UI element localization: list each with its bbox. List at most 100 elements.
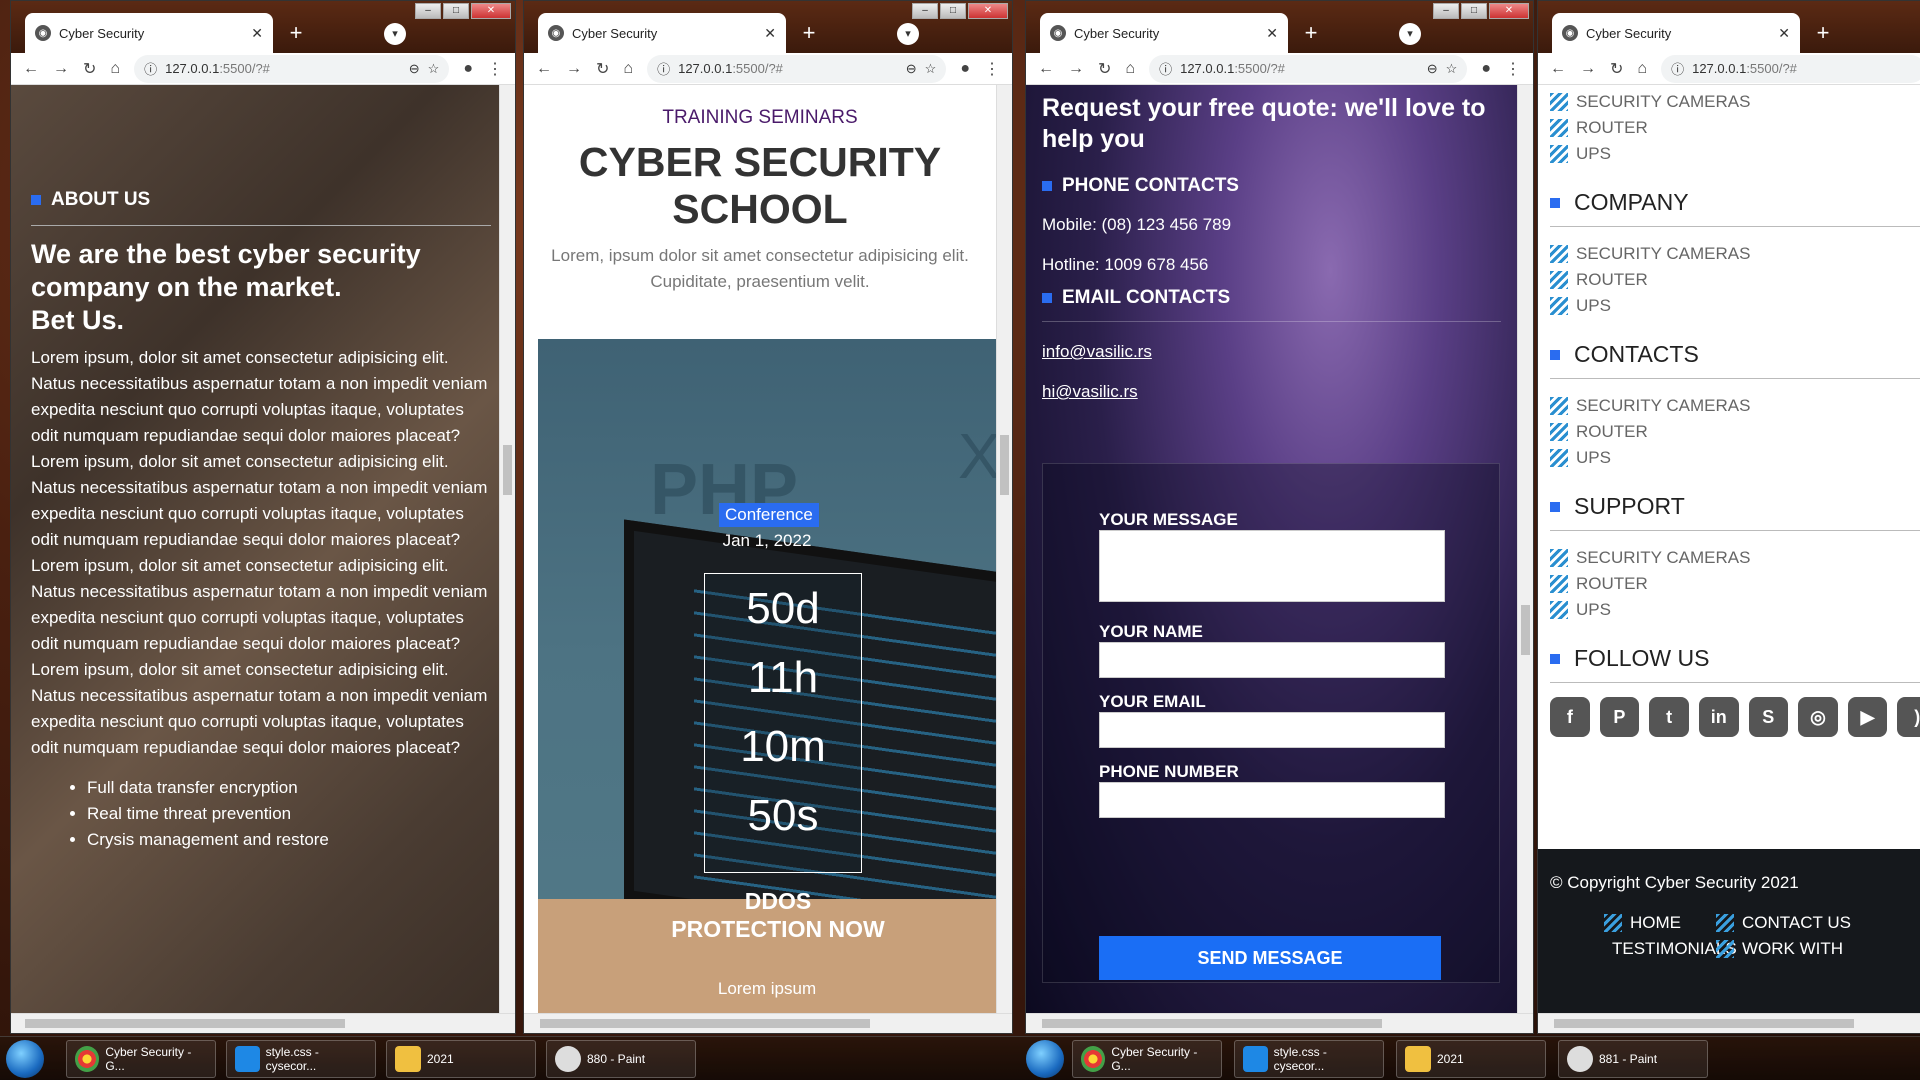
footer-link[interactable]: UPS — [1550, 293, 1920, 319]
forward-icon[interactable]: → — [1580, 60, 1596, 78]
twitter-icon[interactable]: t — [1649, 697, 1689, 737]
home-icon[interactable]: ⌂ — [1125, 60, 1135, 78]
back-icon[interactable]: ← — [1038, 60, 1054, 78]
address-bar[interactable]: ⓘ 127.0.0.1:5500/?# ⊖ ☆ — [647, 54, 947, 83]
menu-icon[interactable]: ⋮ — [487, 59, 503, 79]
horizontal-scrollbar[interactable] — [524, 1013, 1012, 1033]
close-tab-icon[interactable]: ✕ — [251, 25, 263, 42]
send-message-button[interactable]: SEND MESSAGE — [1099, 936, 1441, 980]
taskbar-folder[interactable]: 2021 — [386, 1040, 536, 1078]
taskbar-vscode[interactable]: style.css - cysecor... — [226, 1040, 376, 1078]
rss-icon[interactable]: ) — [1897, 697, 1920, 737]
minimize-button[interactable]: – — [912, 3, 938, 19]
horizontal-scrollbar[interactable] — [1026, 1013, 1533, 1033]
address-bar[interactable]: ⓘ 127.0.0.1:5500/?# ⊖ ☆ — [1149, 54, 1468, 83]
footer-link[interactable]: UPS — [1550, 445, 1920, 471]
scroll-thumb[interactable] — [503, 445, 512, 495]
footer-link[interactable]: SECURITY CAMERAS — [1550, 545, 1920, 571]
back-icon[interactable]: ← — [1550, 60, 1566, 78]
youtube-icon[interactable]: ▶ — [1847, 697, 1888, 737]
info-icon[interactable]: ⓘ — [144, 59, 157, 78]
maximize-button[interactable]: □ — [443, 3, 469, 19]
facebook-icon[interactable]: f — [1550, 697, 1590, 737]
name-input[interactable] — [1099, 642, 1445, 678]
scroll-thumb[interactable] — [1042, 1019, 1382, 1028]
scroll-thumb[interactable] — [540, 1019, 870, 1028]
new-tab-button[interactable]: + — [1810, 21, 1836, 47]
star-icon[interactable]: ☆ — [925, 61, 937, 77]
vertical-scrollbar[interactable] — [1517, 85, 1533, 1013]
phone-input[interactable] — [1099, 782, 1445, 818]
scroll-thumb[interactable] — [1000, 435, 1009, 495]
close-tab-icon[interactable]: ✕ — [1266, 25, 1278, 42]
zoom-icon[interactable]: ⊖ — [409, 61, 420, 77]
message-textarea[interactable] — [1099, 530, 1445, 602]
browser-tab[interactable]: ◉ Cyber Security ✕ — [538, 13, 786, 53]
taskbar-vscode[interactable]: style.css - cysecor... — [1234, 1040, 1384, 1078]
back-icon[interactable]: ← — [536, 60, 552, 78]
home-icon[interactable]: ⌂ — [623, 60, 633, 78]
instagram-icon[interactable]: ◎ — [1798, 697, 1838, 737]
linkedin-icon[interactable]: in — [1698, 697, 1739, 737]
home-icon[interactable]: ⌂ — [1637, 60, 1647, 78]
reload-icon[interactable]: ↻ — [1610, 59, 1623, 79]
close-tab-icon[interactable]: ✕ — [1778, 25, 1790, 42]
new-tab-button[interactable]: + — [1298, 21, 1324, 47]
footer-nav-contact[interactable]: CONTACT US — [1716, 913, 1896, 933]
footer-link[interactable]: SECURITY CAMERAS — [1550, 241, 1920, 267]
footer-nav-testimonials[interactable]: TESTIMONIALS — [1604, 939, 1737, 959]
info-icon[interactable]: ⓘ — [1671, 59, 1684, 78]
forward-icon[interactable]: → — [566, 60, 582, 78]
taskbar-chrome[interactable]: Cyber Security - G... — [66, 1040, 216, 1078]
close-window-button[interactable]: ✕ — [471, 3, 511, 19]
new-tab-button[interactable]: + — [283, 21, 309, 47]
zoom-icon[interactable]: ⊖ — [906, 61, 917, 77]
forward-icon[interactable]: → — [1068, 60, 1084, 78]
browser-tab[interactable]: ◉ Cyber Security ✕ — [1040, 13, 1288, 53]
back-icon[interactable]: ← — [23, 60, 39, 78]
taskbar-paint[interactable]: 881 - Paint — [1558, 1040, 1708, 1078]
reload-icon[interactable]: ↻ — [1098, 59, 1111, 79]
footer-link[interactable]: ROUTER — [1550, 571, 1920, 597]
menu-icon[interactable]: ⋮ — [1505, 59, 1521, 79]
footer-link[interactable]: SECURITY CAMERAS — [1550, 89, 1920, 115]
close-tab-icon[interactable]: ✕ — [764, 25, 776, 42]
footer-link[interactable]: UPS — [1550, 597, 1920, 623]
maximize-button[interactable]: □ — [940, 3, 966, 19]
footer-nav-work[interactable]: WORK WITH — [1716, 939, 1896, 959]
email-link-info[interactable]: info@vasilic.rs — [1042, 342, 1501, 362]
tab-search-icon[interactable]: ▾ — [1399, 23, 1421, 45]
forward-icon[interactable]: → — [53, 60, 69, 78]
tab-search-icon[interactable]: ▾ — [384, 23, 406, 45]
horizontal-scrollbar[interactable] — [11, 1013, 515, 1033]
footer-link[interactable]: ROUTER — [1550, 115, 1920, 141]
profile-icon[interactable]: ● — [960, 60, 970, 78]
footer-link[interactable]: SECURITY CAMERAS — [1550, 393, 1920, 419]
footer-link[interactable]: UPS — [1550, 141, 1920, 167]
close-window-button[interactable]: ✕ — [968, 3, 1008, 19]
scroll-thumb[interactable] — [1521, 605, 1530, 655]
email-input[interactable] — [1099, 712, 1445, 748]
info-icon[interactable]: ⓘ — [1159, 59, 1172, 78]
reload-icon[interactable]: ↻ — [83, 59, 96, 79]
new-tab-button[interactable]: + — [796, 21, 822, 47]
start-button[interactable] — [6, 1040, 44, 1078]
vertical-scrollbar[interactable] — [499, 85, 515, 1013]
info-icon[interactable]: ⓘ — [657, 59, 670, 78]
address-bar[interactable]: ⓘ 127.0.0.1:5500/?# ⊖ ☆ — [134, 54, 450, 83]
taskbar-paint[interactable]: 880 - Paint — [546, 1040, 696, 1078]
star-icon[interactable]: ☆ — [1446, 61, 1458, 77]
reload-icon[interactable]: ↻ — [596, 59, 609, 79]
footer-link[interactable]: ROUTER — [1550, 419, 1920, 445]
start-button[interactable] — [1026, 1040, 1064, 1078]
scroll-thumb[interactable] — [25, 1019, 345, 1028]
profile-icon[interactable]: ● — [1481, 60, 1491, 78]
home-icon[interactable]: ⌂ — [110, 60, 120, 78]
minimize-button[interactable]: – — [415, 3, 441, 19]
skype-icon[interactable]: S — [1748, 697, 1789, 737]
email-link-hi[interactable]: hi@vasilic.rs — [1042, 382, 1501, 402]
horizontal-scrollbar[interactable] — [1538, 1013, 1920, 1033]
browser-tab[interactable]: ◉ Cyber Security ✕ — [1552, 13, 1800, 53]
taskbar-chrome[interactable]: Cyber Security - G... — [1072, 1040, 1222, 1078]
tab-search-icon[interactable]: ▾ — [897, 23, 919, 45]
